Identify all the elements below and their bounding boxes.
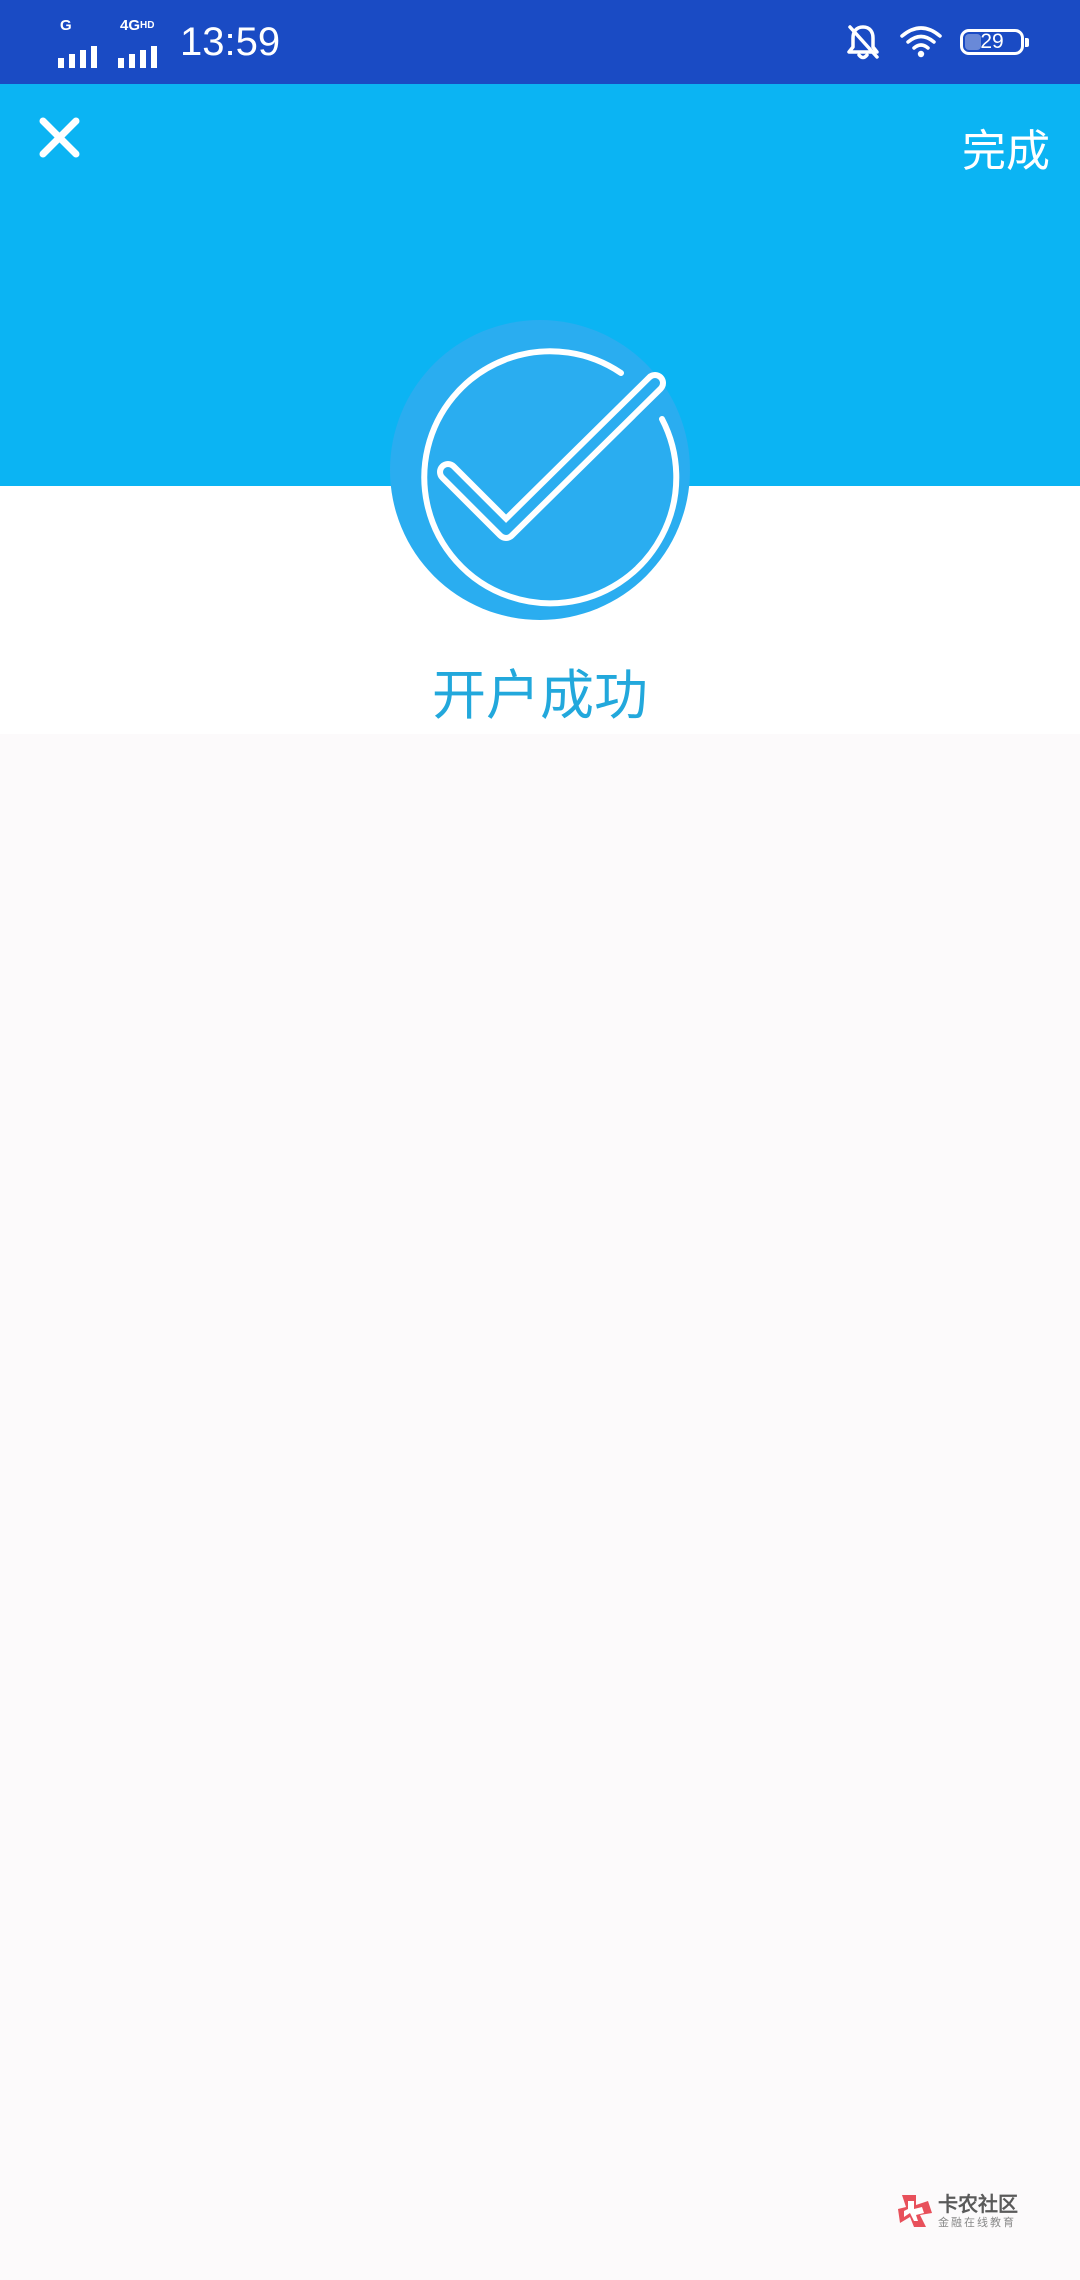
- status-bar-left: G 4GHD 13:59: [58, 0, 280, 84]
- status-time: 13:59: [180, 20, 281, 64]
- mute-bell-icon: [847, 25, 879, 60]
- wifi-icon: [900, 26, 942, 58]
- close-icon[interactable]: [34, 110, 94, 170]
- status-bar-right: 29: [846, 0, 1029, 84]
- signal-icon: [118, 46, 162, 68]
- check-circle-icon: [390, 320, 690, 620]
- success-title: 开户成功: [432, 664, 648, 727]
- signal-icon: [58, 46, 102, 68]
- watermark-subtitle: 金融在线教育: [938, 2216, 1016, 2229]
- status-bar: G 4GHD 13:59 29: [0, 0, 1080, 84]
- sim2-network-type: 4G: [120, 17, 141, 34]
- battery-icon: 29: [960, 29, 1029, 55]
- watermark-title: 卡农社区: [938, 2192, 1018, 2216]
- done-button[interactable]: 完成: [962, 124, 1050, 180]
- watermark: 卡农社区 金融在线教育: [896, 2192, 1018, 2230]
- kanong-logo-icon: [898, 2195, 932, 2227]
- sim2-hd-badge: HD: [140, 20, 155, 31]
- sim1-network-type: G: [60, 17, 72, 34]
- battery-level: 29: [980, 30, 1004, 53]
- sim2-signal: 4GHD: [118, 14, 166, 70]
- battery-fill: [965, 34, 981, 50]
- sim1-network-label: G: [60, 18, 72, 33]
- sim1-signal: G: [58, 14, 106, 70]
- sim2-network-label: 4GHD: [120, 18, 154, 33]
